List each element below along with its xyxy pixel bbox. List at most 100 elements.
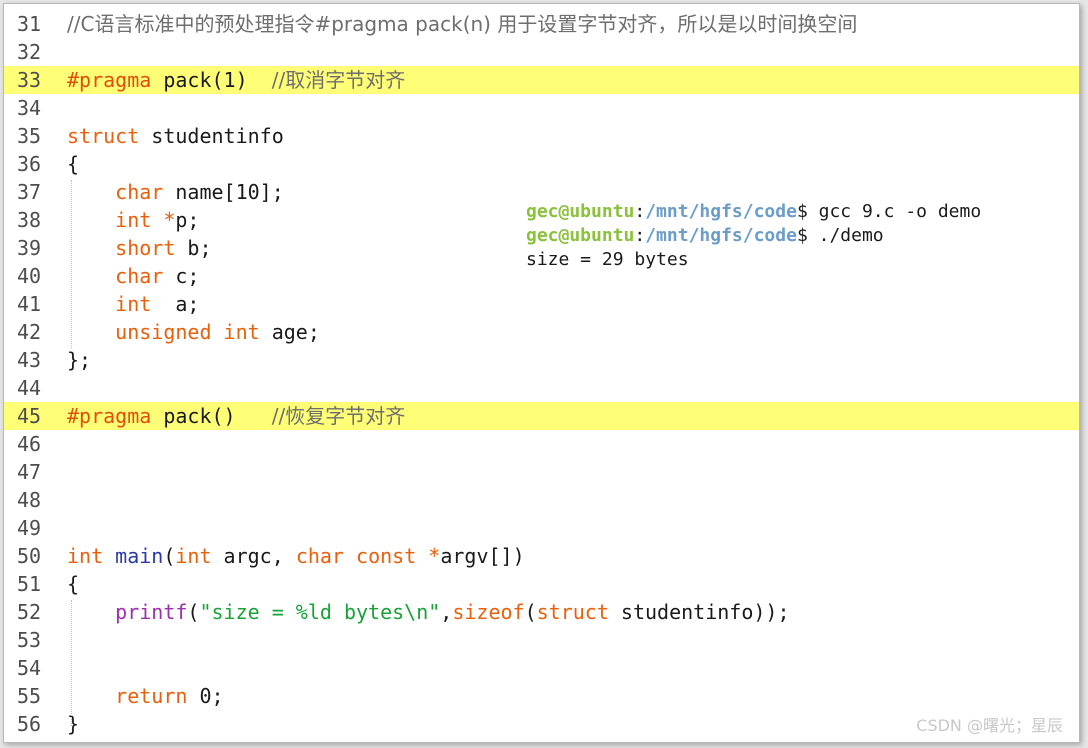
line-number: 55 [17, 684, 42, 708]
line-number: 35 [17, 124, 42, 148]
line-number: 40 [17, 264, 42, 288]
type-keyword: unsigned [115, 320, 212, 344]
code-line: 48 [4, 486, 1079, 514]
code-text: { [67, 570, 79, 598]
code-line: 49 [4, 514, 1079, 542]
line-number: 31 [17, 12, 42, 36]
code-comment: //恢复字节对齐 [271, 404, 406, 428]
return-keyword: return [115, 684, 188, 708]
terminal-prompt: $ [796, 225, 819, 246]
code-text: unsigned int age; [67, 318, 320, 346]
line-number: 50 [17, 544, 42, 568]
line-number: 44 [17, 376, 42, 400]
paren: ( [187, 600, 200, 624]
line-number: 47 [17, 460, 42, 484]
type-keyword: int [175, 544, 212, 568]
line-number: 34 [17, 96, 42, 120]
code-token: pack() [151, 404, 272, 428]
code-line: 54 [4, 654, 1079, 682]
code-token: c; [163, 264, 200, 288]
code-token: b; [175, 236, 212, 260]
code-line: 55 return 0; [4, 682, 1079, 710]
code-text: #pragma pack() //恢复字节对齐 [67, 402, 405, 430]
code-text: }; [67, 346, 91, 374]
terminal-command: gcc 9.c -o demo [818, 201, 982, 222]
terminal-user: gec@ubuntu [526, 201, 635, 222]
terminal-sep: : [634, 201, 646, 222]
type-keyword: int [115, 208, 152, 232]
terminal-output-text: size = 29 bytes [526, 249, 689, 270]
line-number: 32 [17, 40, 42, 64]
code-token: 0; [187, 684, 224, 708]
line-number: 48 [17, 488, 42, 512]
code-text: char name[10]; [67, 178, 284, 206]
type-keyword: short [115, 236, 176, 260]
code-text: int a; [67, 290, 199, 318]
terminal-line: gec@ubuntu:/mnt/hgfs/code$ ./demo [526, 224, 981, 248]
code-token: pack(1) [151, 68, 272, 92]
line-number: 45 [17, 404, 42, 428]
terminal-command: ./demo [818, 225, 884, 246]
paren: ( [163, 544, 176, 568]
terminal-line: size = 29 bytes [526, 248, 981, 272]
code-line: 42 unsigned int age; [4, 318, 1079, 346]
code-text: struct studentinfo [67, 122, 284, 150]
line-number: 53 [17, 628, 42, 652]
code-comment: //C语言标准中的预处理指令#pragma pack(n) 用于设置字节对齐，所… [67, 12, 858, 36]
argument: argv[]) [440, 544, 525, 568]
terminal-output: gec@ubuntu:/mnt/hgfs/code$ gcc 9.c -o de… [526, 200, 981, 272]
type-keyword: int [115, 292, 152, 316]
code-line: 31 //C语言标准中的预处理指令#pragma pack(n) 用于设置字节对齐… [4, 10, 1079, 38]
code-comment: //取消字节对齐 [271, 68, 406, 92]
line-number: 33 [17, 68, 42, 92]
code-text: printf("size = %ld bytes\n",sizeof(struc… [67, 598, 790, 626]
type-keyword: int [211, 320, 260, 344]
type-keyword: int [67, 544, 104, 568]
code-token: a; [151, 292, 200, 316]
code-text: } [67, 710, 79, 738]
line-number: 56 [17, 712, 42, 736]
code-text: int *p; [67, 206, 199, 234]
screenshot-frame: 31 //C语言标准中的预处理指令#pragma pack(n) 用于设置字节对齐… [3, 3, 1080, 743]
terminal-prompt: $ [796, 201, 819, 222]
code-token: studentinfo [139, 124, 284, 148]
code-token: { [67, 572, 80, 596]
line-number: 39 [17, 236, 42, 260]
terminal-sep: : [634, 225, 646, 246]
pointer-star: * [151, 208, 176, 232]
pointer-star: * [416, 544, 441, 568]
code-editor: 31 //C语言标准中的预处理指令#pragma pack(n) 用于设置字节对齐… [4, 10, 1079, 738]
const-keyword: const [343, 544, 417, 568]
printf-call: printf [115, 600, 188, 624]
line-number: 43 [17, 348, 42, 372]
preprocessor-directive: #pragma [67, 68, 152, 92]
paren: ( [524, 600, 537, 624]
code-text: int main(int argc, char const *argv[]) [67, 542, 525, 570]
code-line: 53 [4, 626, 1079, 654]
code-line: 50 int main(int argc, char const *argv[]) [4, 542, 1079, 570]
code-line: 46 [4, 430, 1079, 458]
string-literal: "size = %ld bytes\n" [199, 600, 441, 624]
code-text: #pragma pack(1) //取消字节对齐 [67, 66, 405, 94]
function-name: main [115, 544, 164, 568]
code-token: name[10]; [163, 180, 284, 204]
line-number: 42 [17, 320, 42, 344]
indent-guide [71, 180, 72, 348]
code-token: } [67, 712, 80, 736]
preprocessor-directive: #pragma [67, 404, 152, 428]
code-line: 43}; [4, 346, 1079, 374]
code-line: 33 #pragma pack(1) //取消字节对齐 [4, 66, 1079, 94]
code-line: 45 #pragma pack() //恢复字节对齐 [4, 402, 1079, 430]
type-keyword: char [115, 264, 164, 288]
code-token: studentinfo)); [608, 600, 790, 624]
code-text: short b; [67, 234, 212, 262]
line-number: 52 [17, 600, 42, 624]
keyword: struct [67, 124, 140, 148]
